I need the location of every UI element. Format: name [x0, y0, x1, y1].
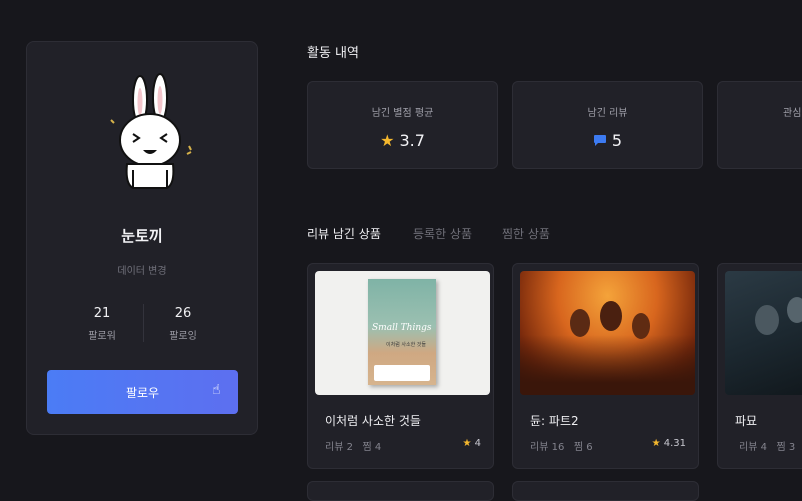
product-card[interactable]: 파묘 리뷰 4 찜 3: [717, 263, 802, 469]
comment-icon: [593, 135, 606, 146]
review-count-label: 남긴 리뷰: [587, 108, 628, 119]
product-meta: 리뷰 4 찜 3: [739, 438, 795, 453]
star-icon: ★: [462, 438, 472, 449]
product-image: Small Things 이처럼 사소한 것들: [315, 271, 490, 395]
book-cover-badges: [374, 365, 430, 381]
book-cover-subtitle: 이처럼 사소한 것들: [386, 342, 426, 348]
review-count-card: 남긴 리뷰 5: [512, 81, 703, 169]
review-count-value: 5: [611, 131, 623, 150]
product-name: 파묘: [735, 414, 758, 428]
poster-figure: [787, 297, 802, 323]
average-rating-label: 남긴 별점 평균: [371, 108, 434, 119]
product-like-count: 찜 4: [362, 442, 382, 453]
product-rating-value: 4.31: [663, 438, 686, 449]
product-meta: 리뷰 2 찜 4: [325, 438, 381, 453]
product-review-count: 리뷰 4: [739, 442, 767, 453]
edit-profile-link[interactable]: 데이터 변경: [27, 262, 257, 277]
profile-card: 눈토끼 데이터 변경 21 팔로워 26 팔로잉 팔로우 ☝: [26, 41, 258, 435]
follow-button[interactable]: 팔로우 ☝: [47, 370, 238, 414]
avatar: [110, 73, 192, 189]
product-image: [725, 271, 802, 395]
product-review-count: 리뷰 2: [325, 442, 353, 453]
activity-section-title: 활동 내역: [307, 46, 359, 61]
interest-card: 관심: [717, 81, 802, 169]
poster-figure: [755, 305, 779, 335]
follow-button-label: 팔로우: [125, 385, 160, 400]
following-count: 26: [174, 306, 192, 321]
product-card[interactable]: Small Things 이처럼 사소한 것들 이처럼 사소한 것들 리뷰 2 …: [307, 263, 494, 469]
followers-count: 21: [93, 306, 111, 321]
product-meta: 리뷰 16 찜 6: [530, 438, 593, 453]
poster-figure: [570, 309, 590, 337]
profile-nickname: 눈토끼: [121, 227, 163, 245]
book-cover: Small Things 이처럼 사소한 것들: [368, 279, 436, 385]
stat-divider: [143, 304, 144, 342]
followers-label: 팔로워: [88, 331, 116, 342]
tab-liked-products[interactable]: 찜한 상품: [502, 225, 550, 242]
star-icon: ★: [380, 131, 395, 150]
product-card-next-row[interactable]: [512, 481, 699, 501]
following-label: 팔로잉: [169, 331, 197, 342]
tab-registered-products[interactable]: 등록한 상품: [413, 225, 472, 242]
product-rating: ★ 4.31: [652, 438, 686, 449]
product-card-next-row[interactable]: [307, 481, 494, 501]
product-review-count: 리뷰 16: [530, 442, 565, 453]
product-like-count: 찜 6: [573, 442, 593, 453]
followers-stat[interactable]: 21 팔로워: [67, 306, 137, 342]
product-like-count: 찜 3: [776, 442, 796, 453]
book-cover-title: Small Things: [372, 323, 432, 333]
product-card[interactable]: 듄: 파트2 리뷰 16 찜 6 ★ 4.31: [512, 263, 699, 469]
poster-figure: [632, 313, 650, 339]
product-name: 듄: 파트2: [530, 414, 579, 428]
average-rating-card: 남긴 별점 평균 ★ 3.7: [307, 81, 498, 169]
product-image: [520, 271, 695, 395]
product-rating-value: 4: [474, 438, 481, 449]
product-rating: ★ 4: [462, 438, 481, 449]
poster-figure: [600, 301, 622, 331]
poster-shade: [520, 335, 695, 395]
tab-reviewed-products[interactable]: 리뷰 남긴 상품: [307, 225, 381, 242]
pointer-cursor-icon: ☝: [212, 382, 221, 398]
product-name: 이처럼 사소한 것들: [325, 414, 421, 428]
star-icon: ★: [651, 438, 661, 449]
average-rating-value: 3.7: [399, 131, 425, 150]
following-stat[interactable]: 26 팔로잉: [148, 306, 218, 342]
interest-label: 관심: [783, 108, 802, 119]
